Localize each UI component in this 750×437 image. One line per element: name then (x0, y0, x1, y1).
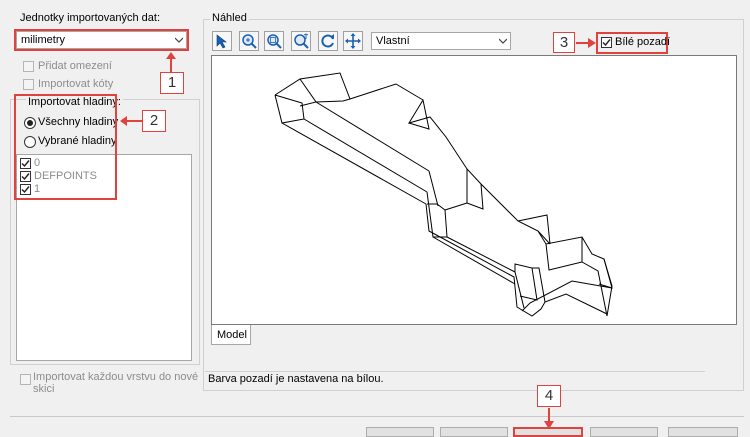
dialog-button-2[interactable] (440, 427, 508, 437)
add-constraints-checkbox[interactable] (23, 61, 34, 72)
zoom-window-button[interactable] (239, 31, 259, 51)
import-each-layer-checkbox[interactable] (20, 374, 31, 385)
status-bar: Barva pozadí je nastavena na bílou. (205, 371, 705, 387)
status-text: Barva pozadí je nastavena na bílou. (208, 373, 384, 385)
zoom-fit-icon (267, 34, 282, 49)
select-tool-icon (216, 34, 227, 49)
tab-model-label: Model (217, 329, 247, 341)
callout-highlight-layers (14, 94, 117, 200)
pan-icon (345, 33, 361, 49)
import-dimensions-checkbox[interactable] (23, 79, 34, 90)
checkmark-icon (602, 39, 611, 47)
callout-number-3: 3 (553, 32, 575, 53)
rotate-icon (321, 34, 334, 48)
dialog-button-5[interactable] (668, 427, 738, 437)
preview-canvas[interactable] (211, 55, 737, 325)
callout-number-1: 1 (160, 72, 184, 94)
callout-arrow-1 (166, 52, 176, 72)
zoom-icon (294, 33, 309, 49)
tab-model[interactable]: Model (211, 325, 251, 345)
select-tool-button[interactable] (212, 31, 232, 51)
import-dimensions-label: Importovat kóty (38, 78, 114, 90)
chevron-down-icon (499, 38, 507, 44)
bottom-separator (10, 416, 744, 417)
preview-drawing (274, 72, 613, 317)
callout-arrow-2 (120, 116, 142, 126)
callout-number-2: 2 (142, 110, 166, 132)
import-each-layer-label-2: skici (33, 383, 55, 395)
dialog-button-4[interactable] (590, 427, 658, 437)
view-dropdown[interactable]: Vlastní (371, 32, 511, 50)
callout-number-4: 4 (537, 385, 561, 407)
preview-group-title: Náhled (210, 12, 249, 25)
zoom-fit-button[interactable] (264, 31, 284, 51)
dialog-button-1[interactable] (366, 427, 434, 437)
add-constraints-label: Přidat omezení (38, 60, 112, 72)
white-background-checkbox[interactable] (601, 37, 612, 48)
callout-highlight-units (14, 29, 189, 51)
units-label: Jednotky importovaných dat: (20, 12, 161, 24)
import-each-layer-label-1: Importovat každou vrstvu do nové (33, 371, 199, 383)
white-background-label: Bílé pozadí (615, 36, 671, 48)
view-dropdown-value: Vlastní (376, 35, 410, 47)
rotate-button[interactable] (318, 31, 338, 51)
zoom-window-icon (242, 34, 257, 49)
pan-button[interactable] (343, 31, 363, 51)
dialog-button-finish[interactable] (513, 427, 583, 437)
callout-arrow-3 (576, 38, 596, 48)
zoom-button[interactable] (291, 31, 311, 51)
